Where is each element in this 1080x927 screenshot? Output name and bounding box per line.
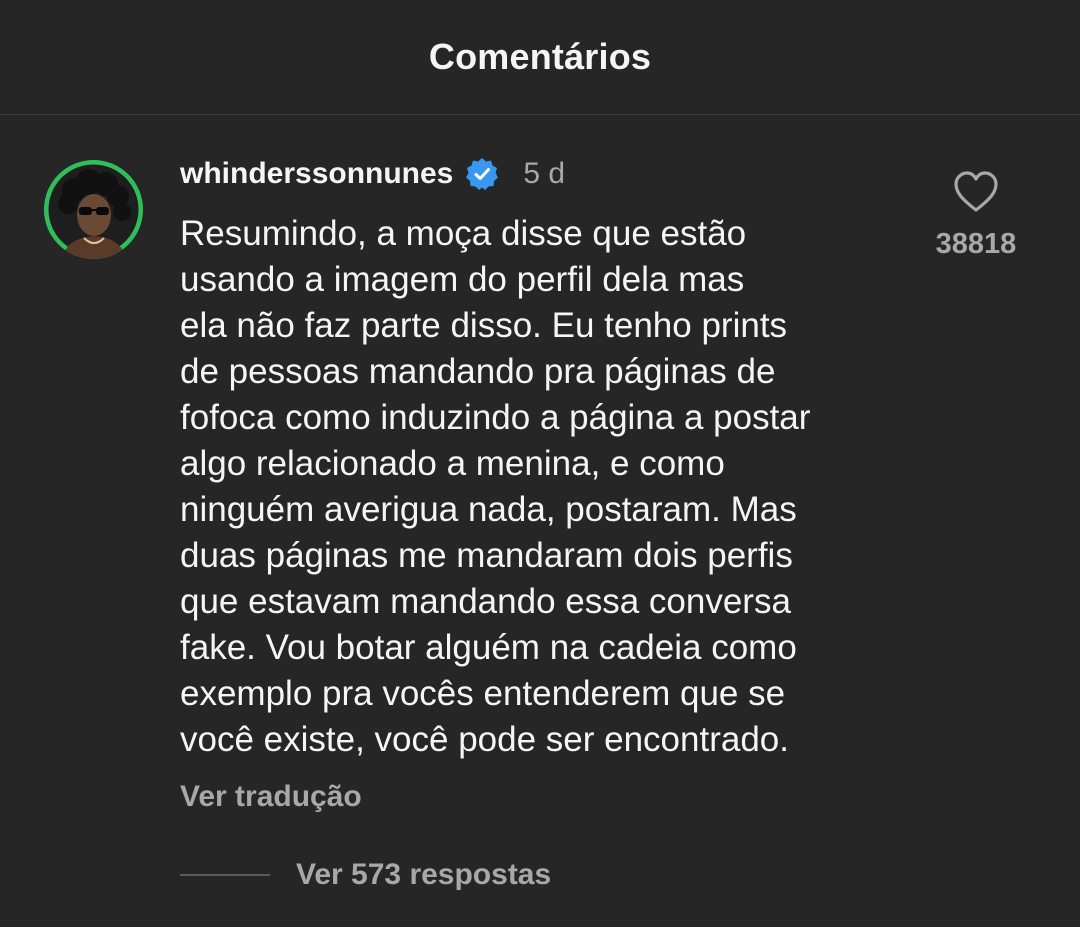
comment-line: ela não faz parte disso. Eu tenho prints [180,306,788,345]
view-replies-label: Ver 573 respostas [296,858,552,891]
page-title: Comentários [428,36,652,77]
heart-icon[interactable] [953,170,999,214]
comments-header: Comentários [0,0,1080,115]
comment-line: fofoca como induzindo a página a postar [180,398,811,437]
comment-line: você existe, você pode ser encontrado. [180,720,789,759]
verified-badge-icon [465,157,499,191]
like-area: 38818 [926,170,1026,261]
replies-divider [180,874,270,876]
comment-line: que estavam mandando essa conversa [180,582,791,621]
comment-text: Resumindo, a moça disse que estão usando… [180,211,920,763]
like-count: 38818 [935,228,1017,260]
comment-line: exemplo pra vocês entenderem que se [180,674,786,713]
avatar[interactable] [44,160,143,259]
comment-line: duas páginas me mandaram dois perfis [180,536,793,575]
comment-line: Resumindo, a moça disse que estão [180,214,747,253]
profile-photo-icon [44,160,143,259]
view-replies-button[interactable]: Ver 573 respostas [180,855,551,895]
comment-line: usando a imagem do perfil dela mas [180,260,745,299]
comment-time: 5 d [523,157,566,190]
see-translation-button[interactable]: Ver tradução [180,780,362,814]
username-link[interactable]: whinderssonnunes [180,157,453,191]
comment-meta: whinderssonnunes 5 d [180,154,565,194]
comment-line: de pessoas mandando pra páginas de [180,352,776,391]
comment-line: fake. Vou botar alguém na cadeia como [180,628,797,667]
comment-line: ninguém averigua nada, postaram. Mas [180,490,797,529]
comment-line: algo relacionado a menina, e como [180,444,725,483]
